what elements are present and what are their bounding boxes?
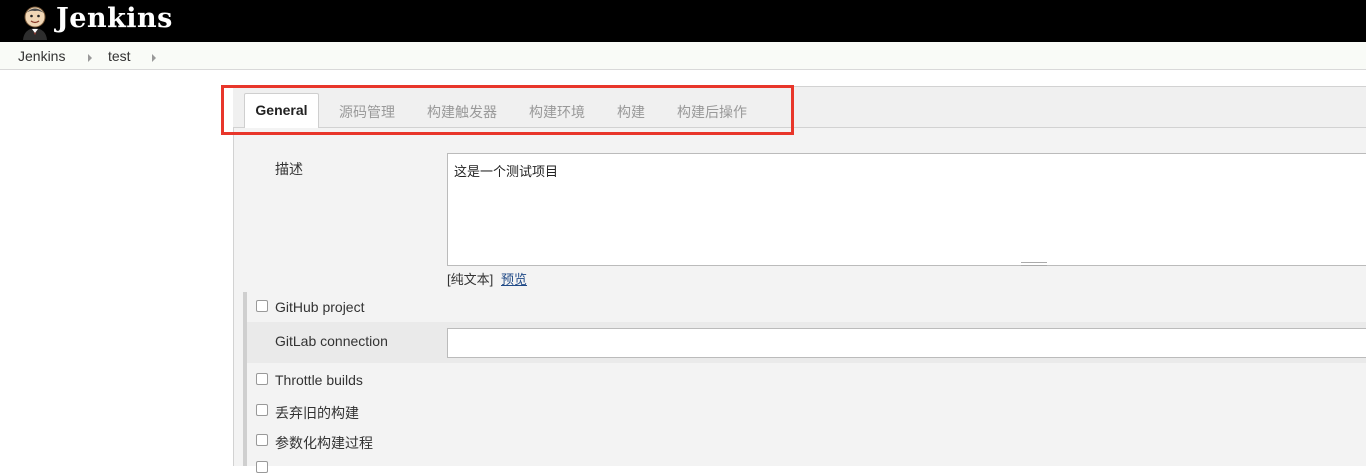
discard-old-builds-label: 丢弃旧的构建 — [275, 405, 359, 421]
throttle-builds-checkbox[interactable] — [256, 373, 268, 385]
app-title[interactable]: Jenkins — [56, 3, 173, 34]
tab-post-build-actions[interactable]: 构建后操作 — [677, 102, 747, 122]
breadcrumb-item-jenkins[interactable]: Jenkins — [18, 48, 65, 64]
description-label: 描述 — [275, 161, 303, 177]
config-panel — [233, 86, 1366, 466]
resize-grip-icon[interactable] — [1021, 262, 1047, 266]
tab-build[interactable]: 构建 — [617, 102, 645, 122]
gitlab-connection-label: GitLab connection — [275, 333, 388, 349]
throttle-builds-label: Throttle builds — [275, 372, 363, 388]
jenkins-butler-icon[interactable] — [17, 4, 53, 40]
tab-bar — [233, 86, 1366, 128]
tab-build-environment[interactable]: 构建环境 — [529, 102, 585, 122]
description-textarea[interactable]: 这是一个测试项目 — [447, 153, 1366, 266]
preview-link[interactable]: 预览 — [501, 269, 527, 288]
section-indent-bar — [243, 292, 247, 466]
gitlab-connection-input[interactable] — [447, 328, 1366, 358]
github-project-label: GitHub project — [275, 299, 365, 315]
parameterized-build-label: 参数化构建过程 — [275, 435, 373, 451]
parameterized-build-checkbox[interactable] — [256, 434, 268, 446]
tab-build-triggers[interactable]: 构建触发器 — [427, 102, 497, 122]
breadcrumb-arrow-icon[interactable] — [88, 54, 92, 62]
discard-old-builds-checkbox[interactable] — [256, 404, 268, 416]
next-option-checkbox[interactable] — [256, 461, 268, 473]
tab-general[interactable]: General — [244, 93, 319, 128]
github-project-checkbox[interactable] — [256, 300, 268, 312]
tab-source-management[interactable]: 源码管理 — [339, 102, 395, 122]
breadcrumb: Jenkins test — [0, 42, 1366, 70]
plain-text-label: [纯文本] — [447, 272, 494, 287]
top-header: Jenkins — [0, 0, 1366, 42]
breadcrumb-arrow-icon[interactable] — [152, 54, 156, 62]
breadcrumb-item-test[interactable]: test — [108, 48, 131, 64]
